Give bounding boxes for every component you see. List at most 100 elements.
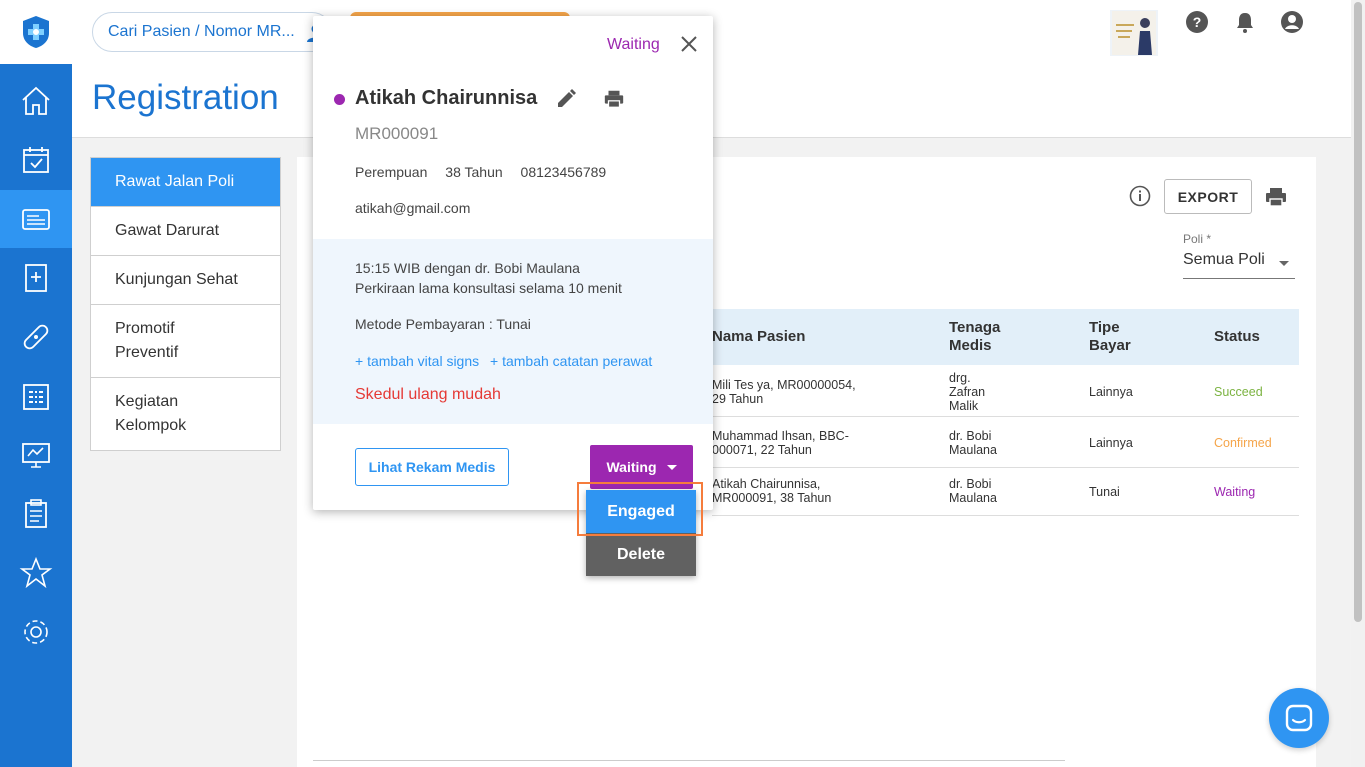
printer-icon: [1266, 188, 1286, 207]
patient-email: atikah@gmail.com: [355, 200, 471, 216]
patient-info-line: Perempuan 38 Tahun 08123456789: [355, 164, 620, 180]
search-input[interactable]: Cari Pasien / Nomor MR...: [92, 12, 332, 52]
help-icon: ?: [1186, 11, 1208, 33]
poli-selected-value: Semua Poli: [1183, 251, 1265, 268]
caret-down-icon: [1279, 261, 1289, 266]
header-tipe-bayar: Tipe Bayar: [1089, 319, 1131, 354]
nav-clipboard[interactable]: [0, 485, 72, 543]
bandage-icon: [23, 324, 49, 350]
nav-settings[interactable]: [0, 603, 72, 661]
shield-cross-icon: [23, 16, 49, 48]
poli-select[interactable]: Semua Poli: [1183, 251, 1295, 279]
cell-tipe-bayar: Lainnya: [1089, 385, 1133, 399]
app-logo[interactable]: [0, 0, 72, 64]
reschedule-link[interactable]: Skedul ulang mudah: [355, 386, 501, 404]
header-tenaga-medis: Tenaga Medis: [949, 319, 1001, 354]
calendar-grid-icon: [23, 384, 49, 410]
search-placeholder: Cari Pasien / Nomor MR...: [108, 23, 295, 40]
patient-name: Atikah Chairunnisa: [355, 87, 538, 109]
cell-tenaga-medis: dr. Bobi Maulana: [949, 477, 997, 505]
divider: [313, 760, 1065, 761]
add-vital-signs-link[interactable]: + tambah vital signs: [355, 353, 479, 369]
nav-home[interactable]: [0, 72, 72, 130]
dropdown-option-delete[interactable]: Delete: [586, 533, 696, 576]
page-title: Registration: [92, 78, 279, 117]
account-button[interactable]: [1280, 10, 1304, 34]
patient-phone: 08123456789: [520, 164, 607, 180]
export-button[interactable]: EXPORT: [1164, 179, 1252, 214]
cell-tipe-bayar: Lainnya: [1089, 436, 1133, 450]
menu-item-gawat-darurat[interactable]: Gawat Darurat: [91, 207, 280, 256]
bell-icon: [1237, 13, 1253, 33]
appointment-duration: Perkiraan lama konsultasi selama 10 meni…: [355, 280, 622, 296]
nav-calculator[interactable]: [0, 367, 72, 425]
sidebar: [0, 0, 72, 767]
nav-bandage[interactable]: [0, 308, 72, 366]
registration-menu: Rawat Jalan Poli Gawat Darurat Kunjungan…: [90, 157, 281, 451]
cell-status: Succeed: [1214, 385, 1263, 399]
cell-tenaga-medis: drg. Zafran Malik: [949, 371, 986, 413]
account-circle-icon: [1281, 11, 1303, 33]
monitor-icon: [22, 443, 50, 468]
table-row[interactable]: Mili Tes ya, MR00000054, 29 Tahun drg. Z…: [712, 365, 1299, 417]
status-dot: [334, 94, 345, 105]
print-patient-button[interactable]: [603, 88, 625, 114]
avatar[interactable]: [1110, 10, 1158, 56]
header-status: Status: [1214, 328, 1260, 345]
appointment-detail: 15:15 WIB dengan dr. Bobi Maulana Perkir…: [313, 239, 713, 424]
header-nama-pasien: Nama Pasien: [712, 328, 806, 345]
star-icon: [19, 556, 53, 589]
cell-nama-pasien: Muhammad Ihsan, BBC-000071, 22 Tahun: [712, 429, 849, 457]
table-row[interactable]: Muhammad Ihsan, BBC-000071, 22 Tahun dr.…: [712, 417, 1299, 468]
printer-icon: [604, 90, 624, 108]
scrollbar-thumb[interactable]: [1354, 2, 1362, 622]
home-icon: [22, 86, 50, 115]
info-icon: [1129, 185, 1151, 207]
menu-item-kegiatan[interactable]: Kegiatan Kelompok: [91, 378, 280, 450]
appointment-schedule: 15:15 WIB dengan dr. Bobi Maulana: [355, 260, 580, 276]
calendar-check-icon: [23, 147, 49, 173]
menu-item-kunjungan-sehat[interactable]: Kunjungan Sehat: [91, 256, 280, 305]
clipboard-icon: [25, 499, 47, 528]
table-row[interactable]: Atikah Chairunnisa, MR000091, 38 Tahun d…: [712, 468, 1299, 516]
close-icon: [681, 36, 697, 52]
nav-schedule[interactable]: [0, 131, 72, 189]
nav-favorite[interactable]: [0, 544, 72, 602]
help-button[interactable]: ?: [1185, 10, 1209, 34]
cell-tenaga-medis: dr. Bobi Maulana: [949, 429, 997, 457]
cell-status: Confirmed: [1214, 436, 1272, 450]
cell-status: Waiting: [1214, 485, 1256, 499]
id-card-icon: [22, 209, 50, 230]
patient-age: 38 Tahun: [445, 164, 503, 180]
view-medical-record-button[interactable]: Lihat Rekam Medis: [355, 448, 509, 486]
menu-item-promotif[interactable]: Promotif Preventif: [91, 305, 280, 378]
notification-button[interactable]: [1233, 10, 1257, 34]
medical-book-icon: [25, 264, 47, 292]
pencil-icon: [558, 89, 576, 107]
scrollbar[interactable]: [1351, 0, 1365, 767]
edit-button[interactable]: [555, 88, 577, 114]
svg-text:?: ?: [1193, 14, 1202, 30]
table-header: Nama Pasien Tenaga Medis Tipe Bayar Stat…: [712, 309, 1299, 365]
add-nurse-note-link[interactable]: + tambah catatan perawat: [490, 353, 652, 369]
status-dropdown-label: Waiting: [606, 459, 657, 475]
nav-registration[interactable]: [0, 190, 72, 248]
gear-icon: [24, 620, 48, 644]
profile-picture-icon: [1112, 11, 1156, 55]
print-button[interactable]: [1264, 185, 1288, 213]
chat-icon: [1285, 704, 1313, 732]
cell-nama-pasien: Mili Tes ya, MR00000054, 29 Tahun: [712, 378, 856, 406]
menu-item-rawat-jalan[interactable]: Rawat Jalan Poli: [91, 158, 280, 207]
cell-nama-pasien: Atikah Chairunnisa, MR000091, 38 Tahun: [712, 477, 832, 505]
patient-detail-popup: Waiting Atikah Chairunnisa MR000091 Pere…: [313, 16, 713, 510]
nav-monitor[interactable]: [0, 426, 72, 484]
info-button[interactable]: [1129, 185, 1151, 211]
nav-medical-record[interactable]: [0, 249, 72, 307]
chat-button[interactable]: [1269, 688, 1329, 748]
cell-tipe-bayar: Tunai: [1089, 485, 1120, 499]
close-button[interactable]: [679, 34, 699, 58]
patient-gender: Perempuan: [355, 164, 428, 180]
caret-down-icon: [666, 464, 677, 470]
patient-mr-number: MR000091: [355, 124, 439, 143]
poli-label: Poli *: [1183, 232, 1212, 246]
